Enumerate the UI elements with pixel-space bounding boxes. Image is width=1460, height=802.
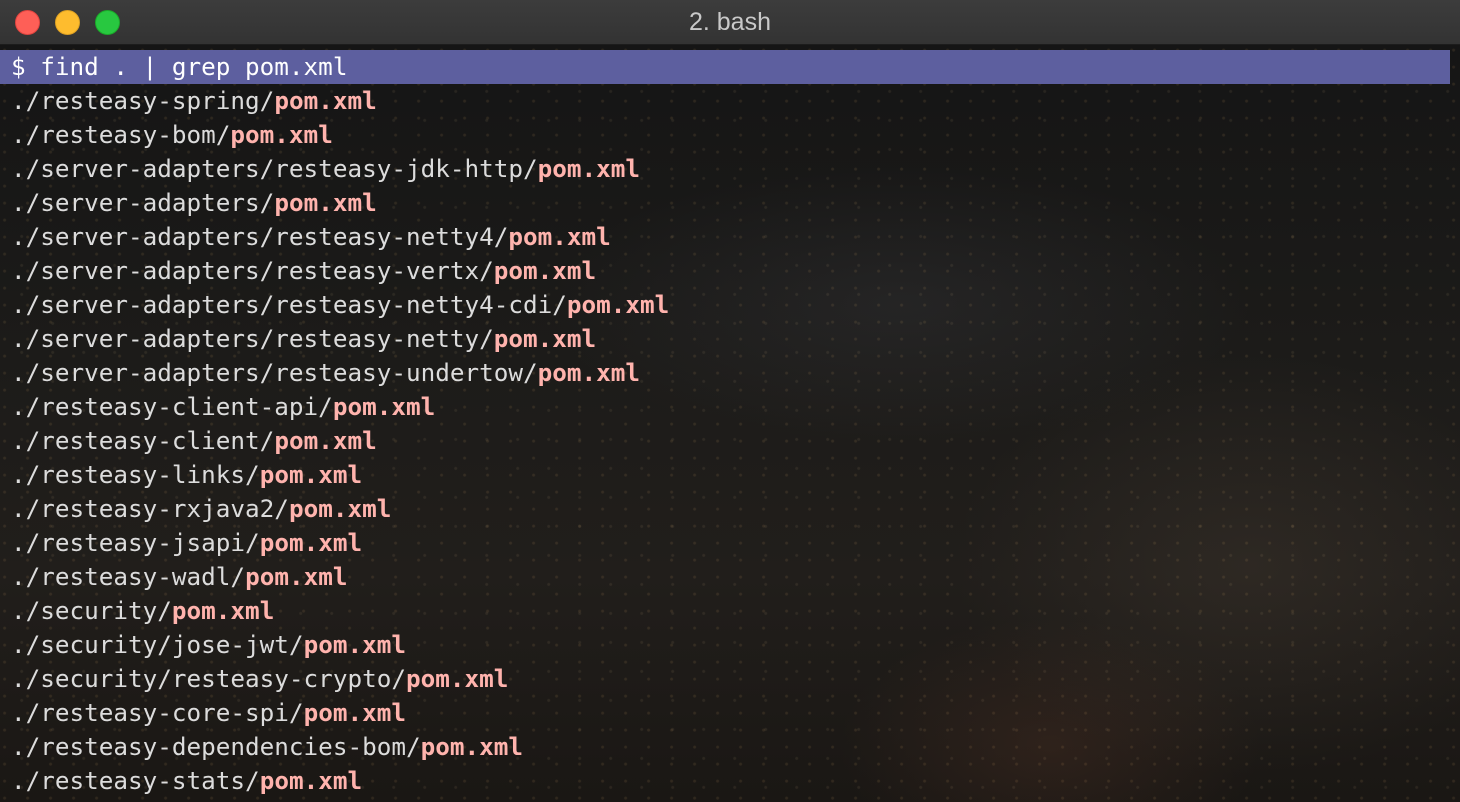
terminal-content[interactable]: $ find . | grep pom.xml ./resteasy-sprin… bbox=[0, 45, 1460, 802]
terminal-window: 2. bash $ find . | grep pom.xml ./restea… bbox=[0, 0, 1460, 802]
path-directory: ./server-adapters/resteasy-jdk-http/ bbox=[11, 154, 538, 183]
path-directory: ./resteasy-rxjava2/ bbox=[11, 494, 289, 523]
matched-filename: pom.xml bbox=[508, 222, 611, 251]
matched-filename: pom.xml bbox=[259, 528, 363, 557]
matched-filename: pom.xml bbox=[259, 766, 363, 795]
output-line: ./resteasy-bom/pom.xml bbox=[0, 118, 1460, 152]
command-text: $ find . | grep pom.xml bbox=[11, 52, 348, 81]
path-directory: ./resteasy-client/ bbox=[11, 426, 275, 455]
output-line: ./server-adapters/resteasy-netty4/pom.xm… bbox=[0, 220, 1460, 254]
path-directory: ./resteasy-wadl/ bbox=[11, 562, 246, 591]
output-line: ./resteasy-client/pom.xml bbox=[0, 424, 1460, 458]
path-directory: ./security/jose-jwt/ bbox=[11, 630, 304, 659]
matched-filename: pom.xml bbox=[493, 324, 597, 353]
output-line: ./resteasy-spring/pom.xml bbox=[0, 84, 1460, 118]
matched-filename: pom.xml bbox=[245, 562, 348, 591]
matched-filename: pom.xml bbox=[274, 426, 377, 455]
terminal-output[interactable]: $ find . | grep pom.xml ./resteasy-sprin… bbox=[0, 45, 1460, 798]
matched-filename: pom.xml bbox=[405, 664, 509, 693]
window-title: 2. bash bbox=[688, 8, 771, 36]
matched-filename: pom.xml bbox=[259, 460, 363, 489]
matched-filename: pom.xml bbox=[274, 188, 377, 217]
matched-filename: pom.xml bbox=[274, 86, 377, 115]
output-line: ./security/jose-jwt/pom.xml bbox=[0, 628, 1460, 662]
output-line: ./resteasy-jsapi/pom.xml bbox=[0, 526, 1460, 560]
path-directory: ./resteasy-core-spi/ bbox=[11, 698, 304, 727]
title-bar[interactable]: 2. bash bbox=[0, 0, 1460, 45]
output-line: ./resteasy-links/pom.xml bbox=[0, 458, 1460, 492]
output-line: ./server-adapters/resteasy-vertx/pom.xml bbox=[0, 254, 1460, 288]
matched-filename: pom.xml bbox=[303, 698, 406, 727]
matched-filename: pom.xml bbox=[537, 358, 641, 387]
matched-filename: pom.xml bbox=[493, 256, 597, 285]
path-directory: ./resteasy-client-api/ bbox=[11, 392, 333, 421]
output-line: ./server-adapters/pom.xml bbox=[0, 186, 1460, 220]
path-directory: ./resteasy-bom/ bbox=[11, 120, 231, 149]
output-line: ./resteasy-wadl/pom.xml bbox=[0, 560, 1460, 594]
output-line: ./server-adapters/resteasy-netty4-cdi/po… bbox=[0, 288, 1460, 322]
matched-filename: pom.xml bbox=[230, 120, 333, 149]
output-line: ./resteasy-dependencies-bom/pom.xml bbox=[0, 730, 1460, 764]
path-directory: ./resteasy-links/ bbox=[11, 460, 260, 489]
path-directory: ./server-adapters/resteasy-netty4/ bbox=[11, 222, 509, 251]
path-directory: ./server-adapters/ bbox=[11, 188, 275, 217]
path-directory: ./resteasy-jsapi/ bbox=[11, 528, 260, 557]
path-directory: ./security/resteasy-crypto/ bbox=[11, 664, 406, 693]
path-directory: ./server-adapters/resteasy-netty4-cdi/ bbox=[11, 290, 567, 319]
matched-filename: pom.xml bbox=[171, 596, 275, 625]
command-line[interactable]: $ find . | grep pom.xml bbox=[0, 50, 1450, 84]
path-directory: ./security/ bbox=[11, 596, 172, 625]
output-line: ./resteasy-stats/pom.xml bbox=[0, 764, 1460, 798]
path-directory: ./resteasy-dependencies-bom/ bbox=[11, 732, 421, 761]
matched-filename: pom.xml bbox=[332, 392, 436, 421]
path-directory: ./server-adapters/resteasy-undertow/ bbox=[11, 358, 538, 387]
matched-filename: pom.xml bbox=[303, 630, 406, 659]
matched-filename: pom.xml bbox=[566, 290, 670, 319]
output-line: ./security/pom.xml bbox=[0, 594, 1460, 628]
output-line: ./resteasy-client-api/pom.xml bbox=[0, 390, 1460, 424]
output-line: ./server-adapters/resteasy-netty/pom.xml bbox=[0, 322, 1460, 356]
matched-filename: pom.xml bbox=[420, 732, 523, 761]
path-directory: ./resteasy-spring/ bbox=[11, 86, 275, 115]
matched-filename: pom.xml bbox=[288, 494, 392, 523]
path-directory: ./server-adapters/resteasy-vertx/ bbox=[11, 256, 494, 285]
output-line: ./resteasy-core-spi/pom.xml bbox=[0, 696, 1460, 730]
output-line: ./server-adapters/resteasy-undertow/pom.… bbox=[0, 356, 1460, 390]
output-line: ./server-adapters/resteasy-jdk-http/pom.… bbox=[0, 152, 1460, 186]
output-line: ./resteasy-rxjava2/pom.xml bbox=[0, 492, 1460, 526]
matched-filename: pom.xml bbox=[537, 154, 641, 183]
output-line: ./security/resteasy-crypto/pom.xml bbox=[0, 662, 1460, 696]
path-directory: ./resteasy-stats/ bbox=[11, 766, 260, 795]
path-directory: ./server-adapters/resteasy-netty/ bbox=[11, 324, 494, 353]
